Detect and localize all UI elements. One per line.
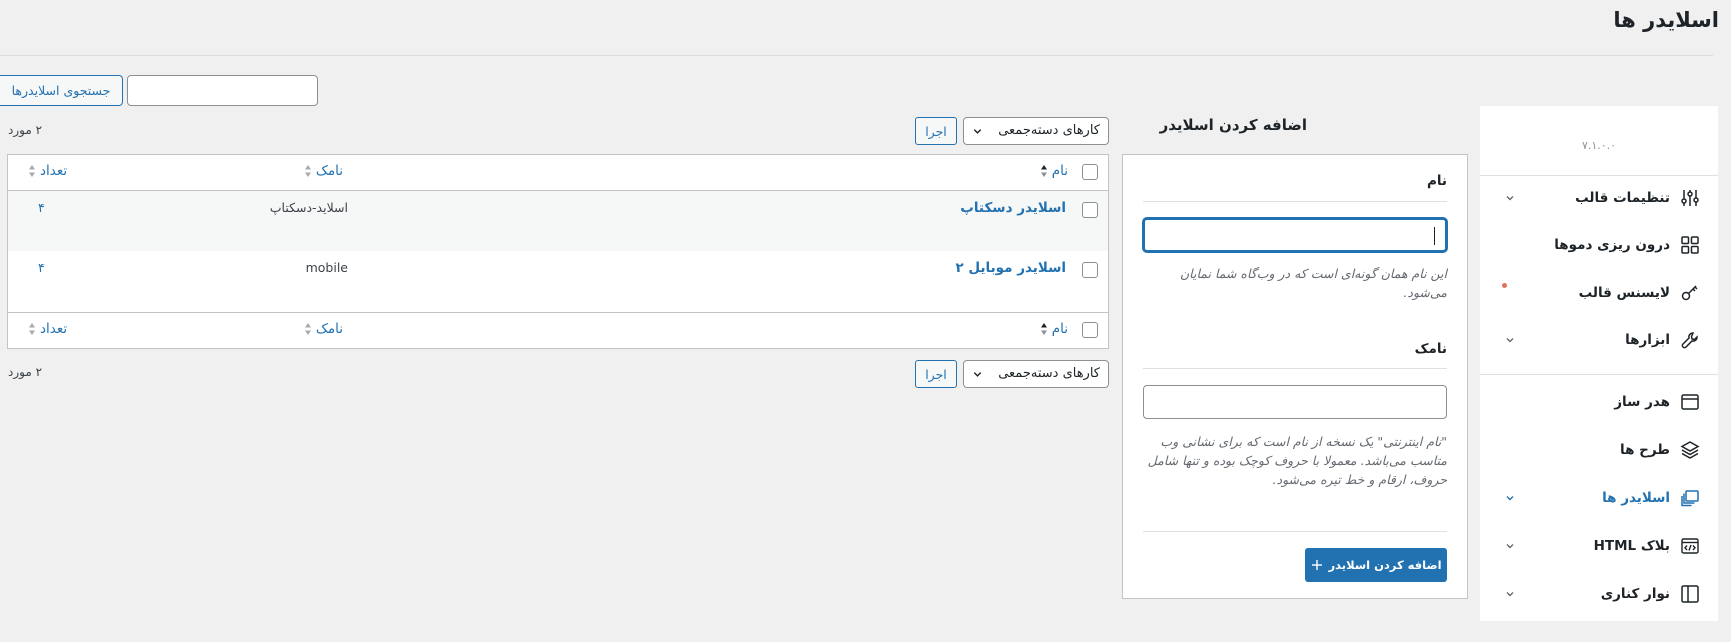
slider-count[interactable]: ۴ [38, 200, 45, 215]
select-all-checkbox[interactable] [1082, 322, 1098, 338]
column-header-name[interactable]: نام [1040, 163, 1068, 179]
sidebar-item-header-builder[interactable]: هدر ساز [1480, 384, 1718, 420]
sidebar-item-import-demos[interactable]: درون ریزی دموها [1480, 227, 1718, 263]
theme-sidebar: ۷.۱.۰.۰ تنظیمات قالب درون ریزی دموها لای… [1480, 106, 1718, 621]
column-header-count[interactable]: تعداد [28, 321, 67, 337]
sidebar-item-label: اسلایدر ها [1602, 490, 1670, 506]
item-count-bottom: ۲ مورد [8, 365, 43, 379]
title-divider [0, 55, 1713, 56]
chevron-down-icon [973, 129, 982, 134]
sidebar-item-layouts[interactable]: طرح ها [1480, 432, 1718, 468]
grid-icon [1680, 235, 1700, 255]
item-count-top: ۲ مورد [8, 123, 43, 137]
name-help-text: این نام همان گونه‌ای است که در وب‌گاه شم… [1180, 266, 1447, 300]
add-slider-form: نام این نام همان گونه‌ای است که در وب‌گا… [1122, 154, 1468, 599]
sliders-table: نام نامک تعداد اسلایدر دسکتاپ اسلاید-دسک… [7, 154, 1109, 349]
sort-icon [29, 165, 35, 177]
sidebar-icon [1680, 584, 1700, 604]
sort-icon [29, 323, 35, 335]
add-slider-label: اضافه کردن اسلایدر [1328, 558, 1442, 572]
row-checkbox[interactable] [1082, 202, 1098, 218]
chevron-down-icon [1506, 496, 1514, 501]
name-label: نام [1426, 173, 1447, 189]
sidebar-item-label: لایسنس قالب [1578, 285, 1670, 301]
column-slug-label: نامک [315, 163, 343, 179]
column-count-label: تعداد [40, 163, 68, 179]
search-button[interactable]: جستجوی اسلایدرها [0, 75, 123, 106]
add-slider-button[interactable]: اضافه کردن اسلایدر [1305, 548, 1447, 582]
sort-icon [304, 165, 311, 177]
layers-icon [1680, 440, 1700, 460]
code-icon [1680, 536, 1700, 556]
form-divider [1143, 531, 1447, 532]
name-field[interactable] [1143, 218, 1447, 252]
column-header-name[interactable]: نام [1040, 321, 1068, 337]
slug-label: نامک [1414, 341, 1447, 357]
bulk-actions-label: کارهای دسته‌جمعی [998, 123, 1100, 138]
chevron-down-icon [973, 372, 982, 377]
sidebar-item-label: هدر ساز [1614, 394, 1670, 410]
sidebar-item-sliders[interactable]: اسلایدر ها [1480, 480, 1718, 516]
slides-icon [1680, 488, 1700, 508]
column-header-slug[interactable]: نامک [304, 321, 343, 337]
apply-button-bottom[interactable]: اجرا [915, 360, 957, 388]
sidebar-item-html-block[interactable]: بلاک HTML [1480, 528, 1718, 564]
sort-icon [1040, 323, 1047, 335]
sidebar-item-label: درون ریزی دموها [1554, 237, 1670, 253]
sidebar-divider [1480, 374, 1718, 375]
sidebar-item-tools[interactable]: ابزارها [1480, 322, 1718, 358]
page-title: اسلایدر ها [1613, 8, 1719, 32]
select-all-checkbox[interactable] [1082, 164, 1098, 180]
table-row: اسلایدر موبایل ۲ mobile ۴ [8, 251, 1108, 312]
wrench-icon [1680, 330, 1700, 350]
sort-icon [304, 323, 311, 335]
column-header-slug[interactable]: نامک [304, 163, 343, 179]
table-row: اسلایدر دسکتاپ اسلاید-دسکتاپ ۴ [8, 191, 1108, 251]
bulk-actions-select-top[interactable]: کارهای دسته‌جمعی [963, 117, 1109, 145]
column-count-label: تعداد [40, 321, 68, 337]
sidebar-item-license[interactable]: لایسنس قالب [1480, 275, 1718, 311]
slider-slug: اسلاید-دسکتاپ [269, 200, 348, 215]
chevron-down-icon [1506, 544, 1514, 549]
sidebar-item-label: نوار کناری [1600, 586, 1670, 602]
sidebar-item-label: طرح ها [1620, 442, 1670, 458]
text-caret [1434, 227, 1435, 245]
form-divider [1143, 368, 1447, 369]
chevron-down-icon [1506, 196, 1514, 201]
sidebar-item-label: بلاک HTML [1593, 538, 1670, 554]
slider-slug: mobile [305, 260, 348, 275]
column-name-label: نام [1051, 163, 1068, 179]
sort-icon [1040, 165, 1047, 177]
plus-icon [1311, 560, 1322, 570]
bulk-actions-label: کارهای دسته‌جمعی [998, 366, 1100, 381]
form-heading: اضافه کردن اسلایدر [1159, 116, 1307, 134]
table-footer: نام نامک تعداد [8, 312, 1108, 348]
search-input[interactable] [127, 75, 318, 106]
sidebar-item-label: ابزارها [1625, 332, 1670, 348]
column-header-count[interactable]: تعداد [28, 163, 67, 179]
sidebar-item-theme-settings[interactable]: تنظیمات قالب [1480, 180, 1718, 216]
slider-count[interactable]: ۴ [38, 260, 45, 275]
slug-help-text: "نام اینترنتی" یک نسخه از نام است که برا… [1147, 434, 1447, 487]
bulk-actions-select-bottom[interactable]: کارهای دسته‌جمعی [963, 360, 1109, 388]
table-header: نام نامک تعداد [8, 155, 1108, 191]
form-divider [1143, 201, 1447, 202]
notification-dot [1502, 283, 1507, 288]
sliders-icon [1680, 188, 1700, 208]
slider-name-link[interactable]: اسلایدر موبایل ۲ [955, 260, 1066, 276]
sidebar-item-sidebar[interactable]: نوار کناری [1480, 576, 1718, 612]
sidebar-divider [1480, 175, 1718, 176]
column-name-label: نام [1051, 321, 1068, 337]
apply-button-top[interactable]: اجرا [915, 117, 957, 145]
row-checkbox[interactable] [1082, 262, 1098, 278]
slug-field[interactable] [1143, 385, 1447, 419]
version-label: ۷.۱.۰.۰ [1581, 139, 1617, 152]
chevron-down-icon [1506, 338, 1514, 343]
column-slug-label: نامک [315, 321, 343, 337]
slider-name-link[interactable]: اسلایدر دسکتاپ [960, 200, 1066, 216]
window-icon [1680, 392, 1700, 412]
chevron-down-icon [1506, 592, 1514, 597]
sidebar-item-label: تنظیمات قالب [1575, 190, 1670, 206]
key-icon [1680, 283, 1700, 303]
